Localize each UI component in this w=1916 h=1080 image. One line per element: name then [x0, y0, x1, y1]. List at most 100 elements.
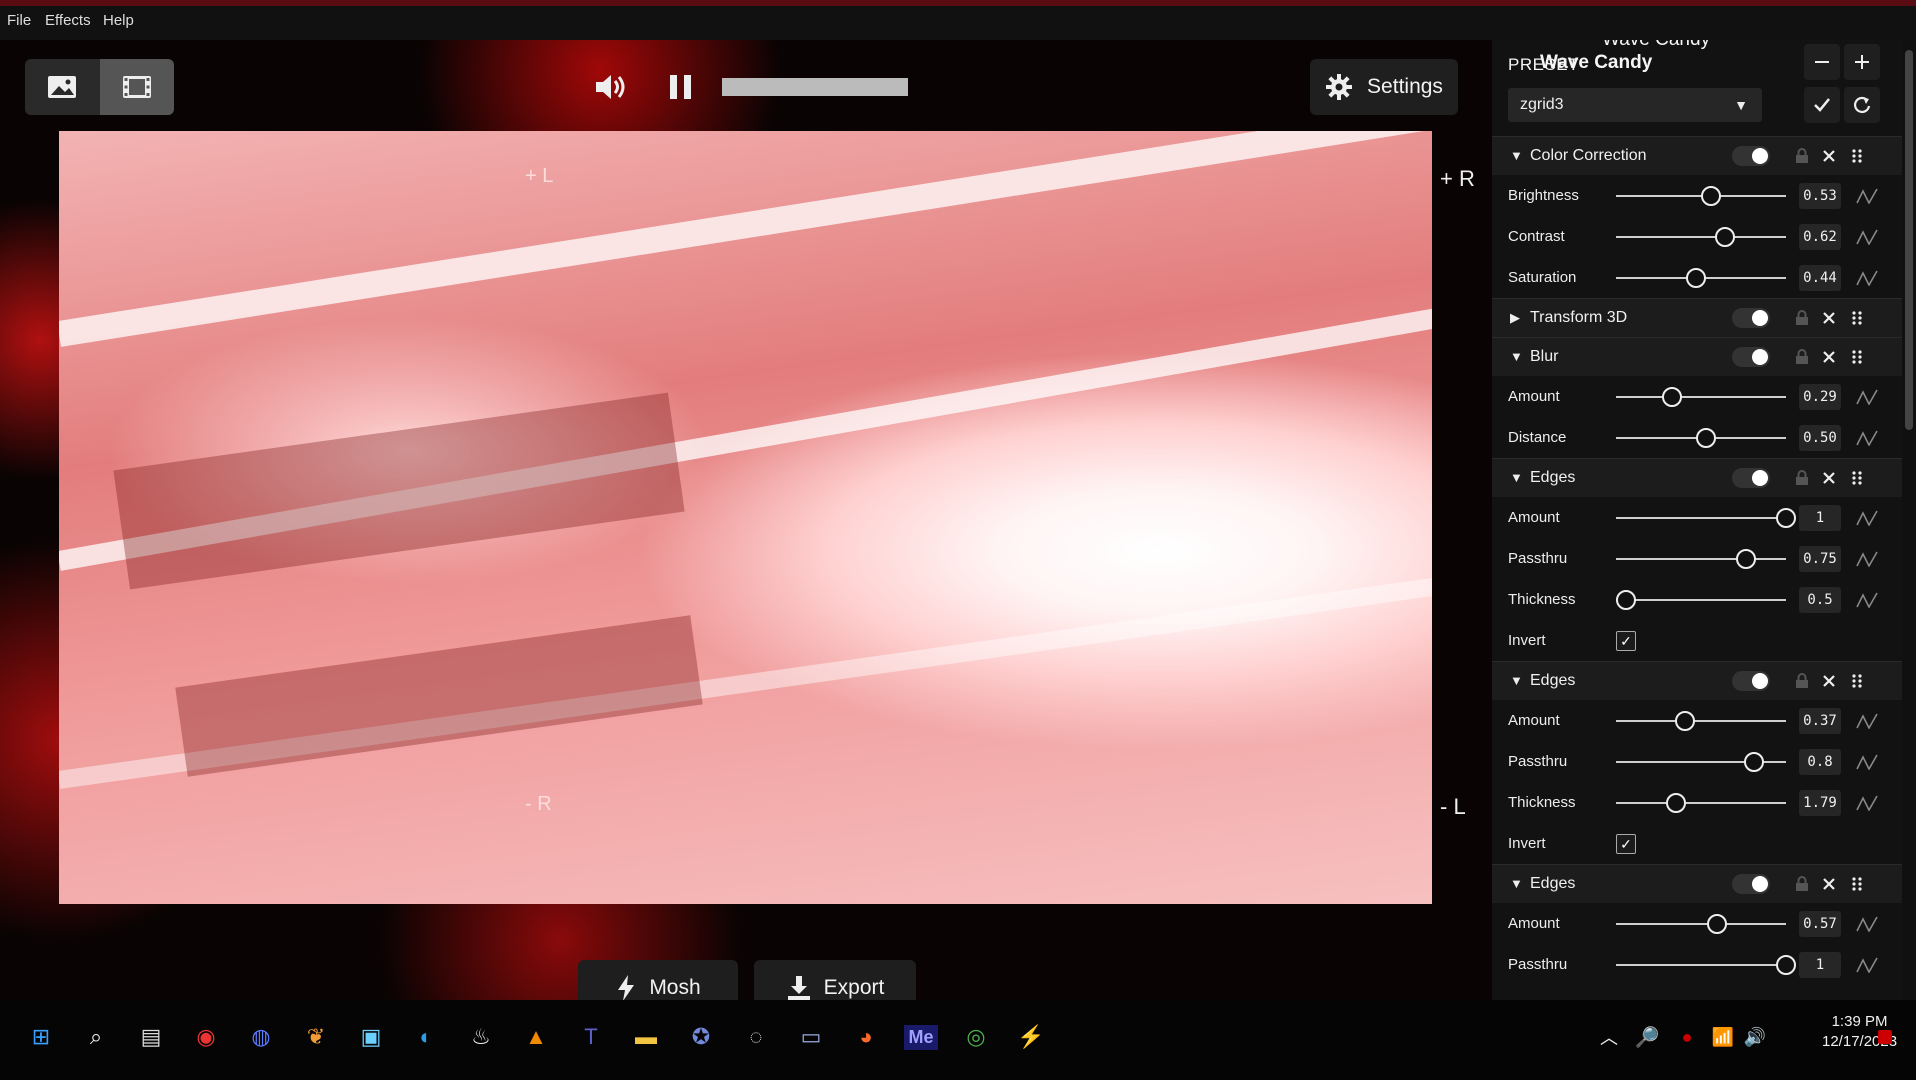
- effect-header[interactable]: ▼ Color Correction: [1492, 136, 1902, 175]
- notification-icon[interactable]: [1866, 1018, 1904, 1056]
- effect-enable-toggle[interactable]: [1732, 874, 1770, 894]
- chrome-icon[interactable]: ◎: [957, 1018, 995, 1056]
- modulation-icon[interactable]: [1854, 426, 1880, 450]
- param-slider[interactable]: [1616, 802, 1786, 804]
- param-slider[interactable]: [1616, 923, 1786, 925]
- slider-thumb[interactable]: [1776, 955, 1796, 975]
- modulation-icon[interactable]: [1854, 750, 1880, 774]
- obs-icon[interactable]: ◌: [737, 1018, 775, 1056]
- mosh-button[interactable]: Mosh: [578, 960, 738, 1000]
- effect-header[interactable]: ▶ Transform 3D: [1492, 298, 1902, 337]
- slider-thumb[interactable]: [1715, 227, 1736, 247]
- param-value-input[interactable]: 0.75: [1799, 546, 1841, 572]
- apply-preset-button[interactable]: [1804, 87, 1840, 123]
- slider-thumb[interactable]: [1744, 752, 1764, 772]
- image-mode-button[interactable]: [25, 59, 99, 115]
- scrollbar-thumb[interactable]: [1905, 50, 1913, 430]
- slider-thumb[interactable]: [1776, 508, 1796, 528]
- playback-progress-bar[interactable]: [722, 78, 908, 96]
- file-explorer-icon[interactable]: ▬: [627, 1018, 665, 1056]
- param-value-input[interactable]: 0.29: [1799, 384, 1841, 410]
- export-button[interactable]: Export: [754, 960, 916, 1000]
- drag-handle-icon[interactable]: [1847, 145, 1867, 167]
- param-value-input[interactable]: 1.79: [1799, 790, 1841, 816]
- zoom-in-button[interactable]: [1844, 44, 1880, 80]
- menu-file[interactable]: File: [7, 12, 31, 29]
- video-mode-button[interactable]: [100, 59, 174, 115]
- effect-header[interactable]: ▼ Edges: [1492, 458, 1902, 497]
- remove-effect-icon[interactable]: [1819, 346, 1839, 368]
- expand-triangle-down-icon[interactable]: ▼: [1510, 148, 1523, 163]
- slider-thumb[interactable]: [1700, 186, 1721, 206]
- drag-handle-icon[interactable]: [1847, 670, 1867, 692]
- drag-handle-icon[interactable]: [1847, 346, 1867, 368]
- effect-enable-toggle[interactable]: [1732, 671, 1770, 691]
- menu-effects[interactable]: Effects: [45, 12, 91, 29]
- browser-extension-icon[interactable]: ◍: [242, 1018, 280, 1056]
- param-value-input[interactable]: 0.44: [1799, 265, 1841, 291]
- monitor-icon[interactable]: ▭: [792, 1018, 830, 1056]
- slider-thumb[interactable]: [1707, 914, 1728, 934]
- file-icon[interactable]: ▤: [132, 1018, 170, 1056]
- effect-enable-toggle[interactable]: [1732, 347, 1770, 367]
- param-slider[interactable]: [1616, 964, 1786, 966]
- drag-handle-icon[interactable]: [1847, 873, 1867, 895]
- param-slider[interactable]: [1616, 396, 1786, 398]
- lock-icon[interactable]: [1792, 145, 1812, 167]
- remove-effect-icon[interactable]: [1819, 873, 1839, 895]
- expand-triangle-down-icon[interactable]: ▼: [1510, 673, 1523, 688]
- param-value-input[interactable]: 0.57: [1799, 911, 1841, 937]
- mic-tray-icon[interactable]: ●: [1668, 1018, 1706, 1056]
- expand-triangle-right-icon[interactable]: ▶: [1510, 310, 1520, 326]
- lock-icon[interactable]: [1792, 670, 1812, 692]
- param-value-input[interactable]: 1: [1799, 952, 1841, 978]
- lock-icon[interactable]: [1792, 873, 1812, 895]
- modulation-icon[interactable]: [1854, 953, 1880, 977]
- param-value-input[interactable]: 0.37: [1799, 708, 1841, 734]
- param-value-input[interactable]: 0.62: [1799, 224, 1841, 250]
- slider-thumb[interactable]: [1736, 549, 1756, 569]
- effect-enable-toggle[interactable]: [1732, 146, 1770, 166]
- param-value-input[interactable]: 1: [1799, 505, 1841, 531]
- slider-thumb[interactable]: [1675, 711, 1696, 731]
- modulation-icon[interactable]: [1854, 912, 1880, 936]
- vlc-icon[interactable]: ▲: [517, 1018, 555, 1056]
- modulation-icon[interactable]: [1854, 588, 1880, 612]
- lock-icon[interactable]: [1792, 346, 1812, 368]
- volume-button[interactable]: [594, 62, 628, 112]
- expand-triangle-down-icon[interactable]: ▼: [1510, 349, 1523, 364]
- slider-thumb[interactable]: [1696, 428, 1716, 448]
- carrot-icon[interactable]: ❦: [297, 1018, 335, 1056]
- param-slider[interactable]: [1616, 599, 1786, 601]
- windows-start-icon[interactable]: ⊞: [22, 1018, 60, 1056]
- param-value-input[interactable]: 0.50: [1799, 425, 1841, 451]
- modulation-icon[interactable]: [1854, 506, 1880, 530]
- lock-icon[interactable]: [1792, 467, 1812, 489]
- invert-checkbox[interactable]: ✓: [1616, 631, 1636, 651]
- modulation-icon[interactable]: [1854, 184, 1880, 208]
- lock-icon[interactable]: [1792, 307, 1812, 329]
- modulation-icon[interactable]: [1854, 547, 1880, 571]
- param-value-input[interactable]: 0.53: [1799, 183, 1841, 209]
- remove-effect-icon[interactable]: [1819, 307, 1839, 329]
- reset-preset-button[interactable]: [1844, 87, 1880, 123]
- modulation-icon[interactable]: [1854, 385, 1880, 409]
- panel-scrollbar[interactable]: [1902, 40, 1916, 1000]
- screen-recorder-icon[interactable]: ◉: [187, 1018, 225, 1056]
- effect-enable-toggle[interactable]: [1732, 468, 1770, 488]
- modulation-icon[interactable]: [1854, 225, 1880, 249]
- slider-thumb[interactable]: [1662, 387, 1683, 407]
- edge-icon[interactable]: ◐: [407, 1018, 445, 1056]
- param-slider[interactable]: [1616, 517, 1786, 519]
- param-value-input[interactable]: 0.5: [1799, 587, 1841, 613]
- param-slider[interactable]: [1616, 236, 1786, 238]
- search-icon[interactable]: ⌕: [77, 1018, 115, 1056]
- speaker-tray-icon[interactable]: 🔊: [1736, 1018, 1774, 1056]
- effect-header[interactable]: ▼ Blur: [1492, 337, 1902, 376]
- firefox-icon[interactable]: ◕: [847, 1018, 885, 1056]
- pause-button[interactable]: [668, 62, 694, 112]
- show-hidden-icons-chevron[interactable]: ︿: [1590, 1018, 1628, 1056]
- drag-handle-icon[interactable]: [1847, 307, 1867, 329]
- param-value-input[interactable]: 0.8: [1799, 749, 1841, 775]
- snipping-tool-icon[interactable]: ▣: [352, 1018, 390, 1056]
